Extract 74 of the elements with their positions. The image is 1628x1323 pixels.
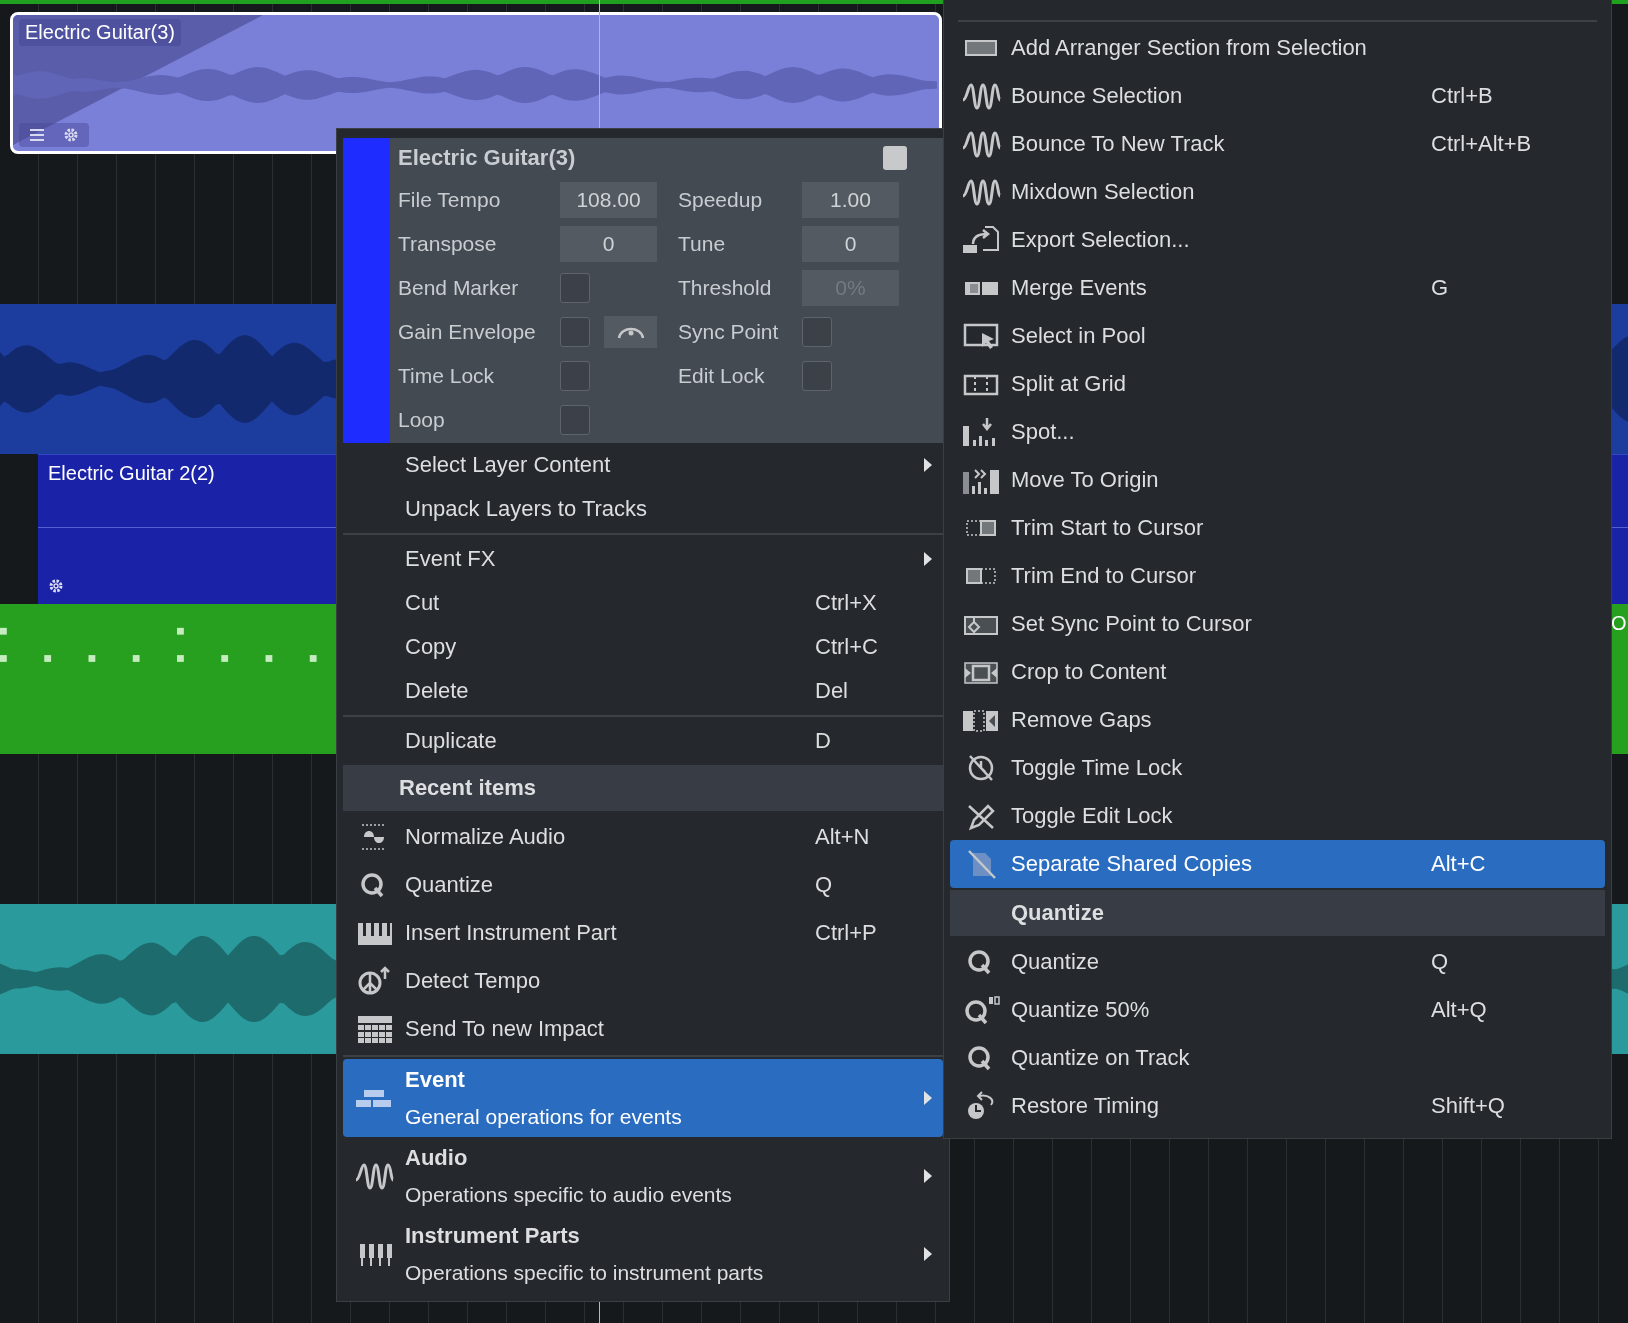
field-label: Sync Point [678,320,780,344]
section-header: Quantize [950,890,1605,936]
menu-item[interactable]: Select in Pool [950,312,1605,360]
field-label: Edit Lock [678,364,766,388]
menu-item[interactable]: Quantize on Track [950,1034,1605,1082]
menu-item[interactable]: Restore Timing Shift+Q [950,1082,1605,1130]
value-field[interactable]: 0 [802,226,899,262]
menu-item[interactable]: Copy Ctrl+C [343,625,943,669]
menu-item[interactable]: Export Selection... [950,216,1605,264]
field-label: Tune [678,232,727,256]
checkbox[interactable] [560,405,590,435]
menu-item[interactable]: Toggle Edit Lock [950,792,1605,840]
menu-item[interactable]: Mixdown Selection [950,168,1605,216]
part-name: O [1611,612,1627,635]
menu-category-item[interactable]: Event General operations for events [343,1059,943,1137]
field-label: Loop [398,408,446,432]
field-label: Bend Marker [398,276,520,300]
menu-category-item[interactable]: Instrument Parts Operations specific to instrument parts [343,1215,943,1293]
menu-item[interactable]: Add Arranger Section from Selection [950,24,1605,72]
submenu-arrow-icon [924,1169,932,1183]
menu-item[interactable]: Normalize Audio Alt+N [343,813,943,861]
menu-item[interactable]: Quantize Q [950,938,1605,986]
event-name: Electric Guitar 2(2) [48,462,215,485]
checkbox[interactable] [560,317,590,347]
field-label: Threshold [678,276,773,300]
field-label: Time Lock [398,364,496,388]
menu-item[interactable]: Send To new Impact [343,1005,943,1053]
menu-item[interactable]: Merge Events G [950,264,1605,312]
section-header: Recent items [343,765,943,811]
value-field[interactable]: 1.00 [802,182,899,218]
menu-category-item[interactable]: Audio Operations specific to audio events [343,1137,943,1215]
menu-item[interactable]: Bounce To New Track Ctrl+Alt+B [950,120,1605,168]
checkbox[interactable] [560,273,590,303]
field-label: File Tempo [398,188,502,212]
menu-item[interactable]: Delete Del [343,669,943,713]
menu-item[interactable]: Trim Start to Cursor [950,504,1605,552]
envelope-button[interactable] [604,316,657,348]
gear-icon[interactable] [63,127,79,143]
menu-item[interactable]: Quantize 50% Alt+Q [950,986,1605,1034]
value-field[interactable]: 0 [560,226,657,262]
field-label: Speedup [678,188,764,212]
menu-item[interactable]: Duplicate D [343,719,943,763]
submenu-arrow-icon [924,1247,932,1261]
menu-icon[interactable] [29,128,45,142]
menu-item[interactable]: Select Layer Content [343,443,943,487]
checkbox[interactable] [802,361,832,391]
menu-item[interactable]: Cut Ctrl+X [343,581,943,625]
toggle-square-icon[interactable] [883,146,907,170]
menu-item[interactable]: Event FX [343,537,943,581]
menu-item[interactable]: Crop to Content [950,648,1605,696]
menu-item[interactable]: Separate Shared Copies Alt+C [950,840,1605,888]
menu-item[interactable]: Split at Grid [950,360,1605,408]
menu-item[interactable]: Unpack Layers to Tracks [343,487,943,531]
value-field[interactable]: 108.00 [560,182,657,218]
menu-item[interactable]: Insert Instrument Part Ctrl+P [343,909,943,957]
menu-item[interactable]: Trim End to Cursor [950,552,1605,600]
gear-icon[interactable] [48,578,64,594]
event-name: Electric Guitar(3) [19,19,182,46]
submenu-arrow-icon [924,1091,932,1105]
menu-item[interactable]: Quantize Q [343,861,943,909]
menu-item[interactable]: Toggle Time Lock [950,744,1605,792]
menu-item[interactable]: Set Sync Point to Cursor [950,600,1605,648]
menu-item[interactable]: Bounce Selection Ctrl+B [950,72,1605,120]
menu-item[interactable]: Spot... [950,408,1605,456]
checkbox[interactable] [802,317,832,347]
field-label: Gain Envelope [398,320,537,344]
submenu-arrow-icon [924,552,932,566]
menu-item[interactable]: Move To Origin [950,456,1605,504]
export-arrow-icon [960,224,1001,256]
menu-item[interactable]: Remove Gaps [950,696,1605,744]
menu-item[interactable]: Detect Tempo [343,957,943,1005]
checkbox[interactable] [560,361,590,391]
submenu-arrow-icon [924,458,932,472]
field-label: Transpose [398,232,498,256]
